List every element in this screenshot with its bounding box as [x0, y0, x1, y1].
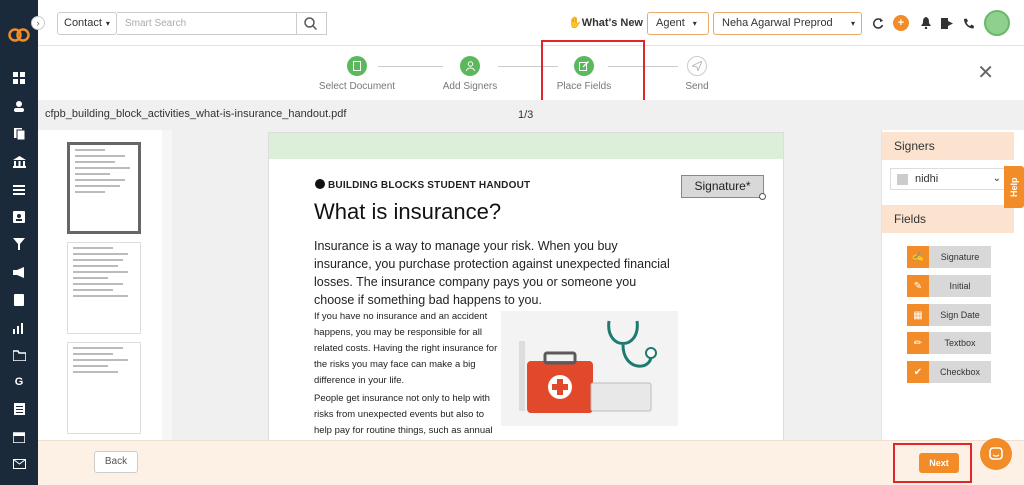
role-value: Agent: [656, 17, 685, 29]
megaphone-icon[interactable]: [10, 263, 28, 281]
step-add-signers[interactable]: Add Signers: [420, 56, 520, 92]
page-thumbnail[interactable]: [67, 142, 141, 234]
calendar-icon: ▦: [907, 304, 929, 326]
whats-new-link[interactable]: ✋What's New: [568, 16, 643, 29]
calendar-icon[interactable]: [10, 428, 28, 446]
document-kicker: BUILDING BLOCKS STUDENT HANDOUT: [315, 179, 530, 191]
field-label: Textbox: [929, 332, 991, 354]
placed-signature-field[interactable]: Signature*: [681, 175, 764, 198]
bar-chart-icon[interactable]: [10, 319, 28, 337]
page-thumbnail[interactable]: [67, 342, 141, 434]
step-send[interactable]: Send: [647, 56, 747, 92]
dashboard-icon[interactable]: [10, 69, 28, 87]
thumbnail-scrollbar[interactable]: [162, 130, 172, 440]
contacts-icon[interactable]: [10, 97, 28, 115]
resize-handle[interactable]: [759, 193, 766, 200]
signer-dropdown[interactable]: nidhi ⌄: [890, 168, 1006, 190]
file-info-bar: cfpb_building_block_activities_what-is-i…: [38, 100, 1024, 130]
document-title: What is insurance?: [314, 199, 502, 224]
account-dropdown[interactable]: Neha Agarwal Preprod ▾: [713, 12, 862, 35]
documents-icon[interactable]: [10, 125, 28, 143]
account-value: Neha Agarwal Preprod: [722, 17, 833, 29]
contact-type-label: Contact: [64, 17, 102, 29]
whats-new-label: What's New: [581, 17, 643, 29]
user-avatar[interactable]: [984, 10, 1010, 36]
folder-icon[interactable]: [10, 346, 28, 364]
filter-icon[interactable]: [10, 235, 28, 253]
signature-field-button[interactable]: ✍ Signature: [907, 246, 991, 268]
field-label: Signature: [929, 246, 991, 268]
add-icon[interactable]: +: [893, 15, 909, 31]
textbox-field-button[interactable]: ✏ Textbox: [907, 332, 991, 354]
search-button[interactable]: [296, 12, 324, 35]
step-label: Add Signers: [442, 81, 498, 92]
page-header-band: [269, 133, 783, 159]
mail-icon[interactable]: [10, 455, 28, 473]
check-icon: ✔: [907, 361, 929, 383]
initial-field-button[interactable]: ✎ Initial: [907, 275, 991, 297]
chevron-down-icon: ⌄: [992, 173, 1001, 184]
top-bar: Contact ▾ Smart Search ✋What's New Agent ▾…: [38, 0, 1024, 46]
pencil-icon: ✏: [907, 332, 929, 354]
fields-heading: Fields: [882, 205, 1014, 233]
spreadsheet-icon[interactable]: [10, 400, 28, 418]
file-name: cfpb_building_block_activities_what-is-i…: [45, 108, 347, 120]
id-card-icon[interactable]: [10, 208, 28, 226]
contact-type-dropdown[interactable]: Contact ▾: [57, 12, 117, 35]
document-page[interactable]: BUILDING BLOCKS STUDENT HANDOUT What is …: [268, 132, 784, 440]
app-logo-icon[interactable]: [8, 24, 30, 46]
list-icon[interactable]: [10, 181, 28, 199]
initial-icon: ✎: [907, 275, 929, 297]
kicker-text: BUILDING BLOCKS STUDENT HANDOUT: [328, 180, 531, 191]
document-icon: [347, 56, 367, 76]
step-label: Select Document: [318, 81, 396, 92]
field-label: Initial: [929, 275, 991, 297]
search-icon: [304, 17, 317, 30]
send-icon: [687, 56, 707, 76]
chevron-down-icon: ▾: [850, 19, 855, 28]
step-select-document[interactable]: Select Document: [307, 56, 407, 92]
help-tab[interactable]: Help: [1004, 166, 1024, 208]
checkbox-field-button[interactable]: ✔ Checkbox: [907, 361, 991, 383]
role-dropdown[interactable]: Agent ▾: [647, 12, 709, 35]
chevron-down-icon: ▾: [692, 19, 697, 28]
logout-icon[interactable]: [939, 15, 955, 31]
document-canvas: BUILDING BLOCKS STUDENT HANDOUT What is …: [172, 130, 881, 440]
sign-date-field-button[interactable]: ▦ Sign Date: [907, 304, 991, 326]
chat-button[interactable]: [980, 438, 1012, 470]
phone-icon[interactable]: [960, 15, 976, 31]
document-paragraph: People get insurance not only to help wi…: [314, 393, 493, 436]
user-icon: [460, 56, 480, 76]
footer-bar: Back Next: [38, 440, 1024, 485]
close-icon[interactable]: ✕: [977, 60, 994, 85]
document-paragraph: If you have no insurance and an accident…: [314, 311, 498, 386]
book-icon[interactable]: [10, 291, 28, 309]
field-label: Sign Date: [929, 304, 991, 326]
page-thumbnails: [38, 130, 172, 440]
field-label: Checkbox: [929, 361, 991, 383]
signature-icon: ✍: [907, 246, 929, 268]
sidebar-collapse-button[interactable]: ›: [31, 16, 45, 30]
signers-heading: Signers: [882, 132, 1014, 160]
signer-color-swatch: [897, 174, 908, 185]
logo-icon: [315, 179, 325, 189]
left-sidebar: G: [0, 0, 38, 485]
workflow-stepper: Select Document Add Signers Place Fields…: [38, 46, 1024, 100]
chat-icon: [989, 447, 1003, 460]
fields-panel: Signers nidhi ⌄ Fields ✍ Signature ✎ Initi…: [881, 130, 1024, 440]
back-button[interactable]: Back: [94, 451, 138, 473]
highlight-next: [893, 443, 972, 483]
document-intro: Insurance is a way to manage your risk. …: [314, 239, 670, 307]
page-thumbnail[interactable]: [67, 242, 141, 334]
insurance-illustration: [501, 311, 678, 426]
page-indicator: 1/3: [518, 109, 534, 121]
step-label: Send: [685, 81, 709, 92]
bell-icon[interactable]: [918, 15, 934, 31]
refresh-icon[interactable]: [870, 15, 886, 31]
google-icon[interactable]: G: [10, 373, 28, 391]
signer-name: nidhi: [915, 173, 939, 185]
chevron-down-icon: ▾: [105, 19, 110, 28]
bank-icon[interactable]: [10, 153, 28, 171]
hand-icon: ✋: [568, 17, 582, 29]
